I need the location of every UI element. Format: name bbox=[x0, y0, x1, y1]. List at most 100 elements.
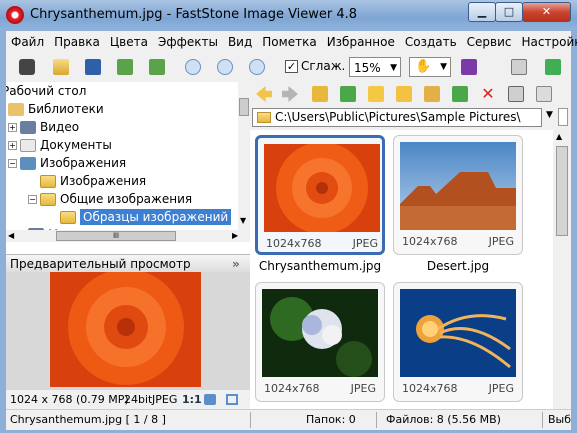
app-icon[interactable] bbox=[6, 6, 24, 24]
chevron-down-icon[interactable]: ▼ bbox=[546, 110, 553, 120]
menu-effects[interactable]: Эффекты bbox=[153, 35, 223, 49]
zoom-value: 15% bbox=[354, 61, 381, 75]
move-to-folder-icon[interactable] bbox=[452, 86, 468, 102]
fit-window-icon[interactable] bbox=[204, 394, 216, 405]
thumbnail-filename[interactable]: Chrysanthemum.jpg bbox=[255, 259, 385, 273]
scroll-left-icon[interactable]: ◀ bbox=[8, 230, 14, 242]
thumbnail-format: JPEG bbox=[488, 235, 514, 248]
status-divider bbox=[250, 412, 251, 428]
zoom-out-button[interactable] bbox=[214, 56, 236, 78]
expand-icon[interactable]: + bbox=[8, 141, 17, 150]
menu-file[interactable]: Файл bbox=[6, 35, 49, 49]
zoom-in-icon bbox=[185, 59, 201, 75]
next-button[interactable] bbox=[146, 56, 168, 78]
status-current-file: Chrysanthemum.jpg [ 1 / 8 ] bbox=[10, 413, 166, 426]
smooth-checkbox[interactable]: ✓ bbox=[285, 60, 298, 73]
thumbnail-view-icon[interactable] bbox=[508, 86, 524, 102]
chevron-down-icon: ▼ bbox=[440, 62, 447, 72]
new-folder-icon[interactable] bbox=[396, 86, 412, 102]
tree-item-video[interactable]: Видео bbox=[20, 118, 79, 136]
thumbnail-dimensions: 1024x768 bbox=[402, 235, 458, 248]
menu-tools[interactable]: Сервис bbox=[462, 35, 517, 49]
thumbnail-item[interactable]: 1024x768 JPEG bbox=[393, 135, 523, 255]
thumbnail-image bbox=[400, 142, 516, 230]
maximize-icon: □ bbox=[503, 5, 515, 18]
image-dimensions: 1024 x 768 (0.79 MP) bbox=[10, 393, 129, 406]
tree-horizontal-scrollbar[interactable]: ◀ lll ▶ bbox=[6, 230, 250, 242]
tree-item-label: Общие изображения bbox=[60, 192, 193, 206]
scroll-up-icon[interactable]: ▲ bbox=[556, 132, 562, 141]
tree-item-documents[interactable]: Документы bbox=[20, 136, 112, 154]
zoom-dropdown[interactable]: 15% ▼ bbox=[349, 57, 401, 77]
grid-vertical-scrollbar[interactable]: ▲ bbox=[553, 130, 571, 409]
zoom-ratio: 1:1 bbox=[182, 393, 202, 406]
tree-item-desktop[interactable]: Рабочий стол bbox=[6, 82, 86, 100]
actual-size-button[interactable] bbox=[246, 56, 268, 78]
menu-bar: Файл Правка Цвета Эффекты Вид Пометка Из… bbox=[6, 31, 577, 52]
preview-image[interactable] bbox=[50, 272, 201, 387]
back-icon[interactable] bbox=[256, 86, 272, 102]
favorites-folder-icon[interactable] bbox=[368, 86, 384, 102]
fullscreen-preview-icon[interactable] bbox=[226, 394, 238, 405]
tree-item-sample-pictures[interactable]: Образцы изображений bbox=[60, 208, 232, 226]
thumbnail-item[interactable]: 1024x768 JPEG bbox=[393, 282, 523, 402]
collapse-preview-button[interactable]: » bbox=[232, 255, 240, 273]
path-options-button[interactable] bbox=[558, 108, 568, 126]
details-view-icon[interactable] bbox=[536, 86, 552, 102]
fullscreen-button[interactable] bbox=[542, 56, 564, 78]
folder-tree[interactable]: Рабочий стол Библиотеки + Видео + Докуме… bbox=[6, 82, 238, 230]
tree-item-label: Видео bbox=[40, 120, 80, 134]
close-button[interactable]: ✕ bbox=[522, 2, 571, 22]
actual-size-icon bbox=[249, 59, 265, 75]
tree-item-my-pictures[interactable]: Изображения bbox=[40, 172, 146, 190]
thumbnail-item[interactable]: 1024x768 JPEG bbox=[255, 282, 385, 402]
forward-icon[interactable] bbox=[282, 86, 298, 102]
menu-create[interactable]: Создать bbox=[400, 35, 462, 49]
tree-item-label: Изображения bbox=[60, 174, 147, 188]
menu-edit[interactable]: Правка bbox=[49, 35, 105, 49]
tree-item-public-pictures[interactable]: Общие изображения bbox=[40, 190, 192, 208]
slideshow-button[interactable] bbox=[458, 56, 480, 78]
scroll-thumb[interactable] bbox=[556, 146, 568, 236]
scroll-right-icon[interactable]: ▶ bbox=[232, 230, 238, 242]
status-bar: Chrysanthemum.jpg [ 1 / 8 ] Папок: 0 Фай… bbox=[6, 409, 571, 430]
copy-to-folder-icon[interactable] bbox=[424, 86, 440, 102]
thumbnail-item[interactable]: 1024x768 JPEG bbox=[255, 135, 385, 255]
tree-vertical-scrollbar[interactable]: ▼ bbox=[238, 82, 250, 230]
chevron-down-icon: ▼ bbox=[390, 63, 397, 73]
close-icon: ✕ bbox=[541, 5, 552, 18]
scroll-down-icon[interactable]: ▼ bbox=[240, 216, 246, 225]
open-button[interactable] bbox=[50, 56, 72, 78]
thumbnail-image bbox=[264, 144, 380, 232]
collapse-icon[interactable]: − bbox=[8, 159, 17, 168]
save-button[interactable] bbox=[82, 56, 104, 78]
menu-settings[interactable]: Настройки bbox=[517, 35, 577, 49]
menu-tag[interactable]: Пометка bbox=[257, 35, 321, 49]
maximize-button[interactable]: □ bbox=[495, 2, 523, 22]
delete-icon[interactable]: ✕ bbox=[480, 86, 496, 102]
menu-favorites[interactable]: Избранное bbox=[322, 35, 400, 49]
mouse-mode-dropdown[interactable]: ✋ ▼ bbox=[409, 57, 451, 77]
scroll-thumb[interactable] bbox=[239, 98, 249, 116]
path-input[interactable]: C:\Users\Public\Pictures\Sample Pictures… bbox=[252, 108, 542, 127]
thumbnail-dimensions: 1024x768 bbox=[266, 237, 322, 250]
tree-item-pictures[interactable]: Изображения bbox=[20, 154, 126, 172]
tree-item-libraries[interactable]: Библиотеки bbox=[8, 100, 104, 118]
expand-icon[interactable]: + bbox=[8, 123, 17, 132]
refresh-folder-icon[interactable] bbox=[340, 86, 356, 102]
thumbnail-filename[interactable]: Desert.jpg bbox=[393, 259, 523, 273]
minimize-button[interactable]: ▁ bbox=[468, 2, 496, 22]
acquire-button[interactable] bbox=[16, 56, 38, 78]
folder-icon bbox=[257, 112, 271, 123]
video-library-icon bbox=[20, 121, 36, 134]
collapse-icon[interactable]: − bbox=[28, 195, 37, 204]
title-bar[interactable]: Chrysanthemum.jpg - FastStone Image View… bbox=[0, 0, 577, 30]
menu-view[interactable]: Вид bbox=[223, 35, 257, 49]
layout-button[interactable] bbox=[508, 56, 530, 78]
browser-toolbar: ✕ bbox=[250, 82, 571, 106]
menu-colors[interactable]: Цвета bbox=[105, 35, 153, 49]
zoom-in-button[interactable] bbox=[182, 56, 204, 78]
previous-button[interactable] bbox=[114, 56, 136, 78]
scroll-thumb[interactable]: lll bbox=[56, 231, 176, 241]
folder-up-icon[interactable] bbox=[312, 86, 328, 102]
